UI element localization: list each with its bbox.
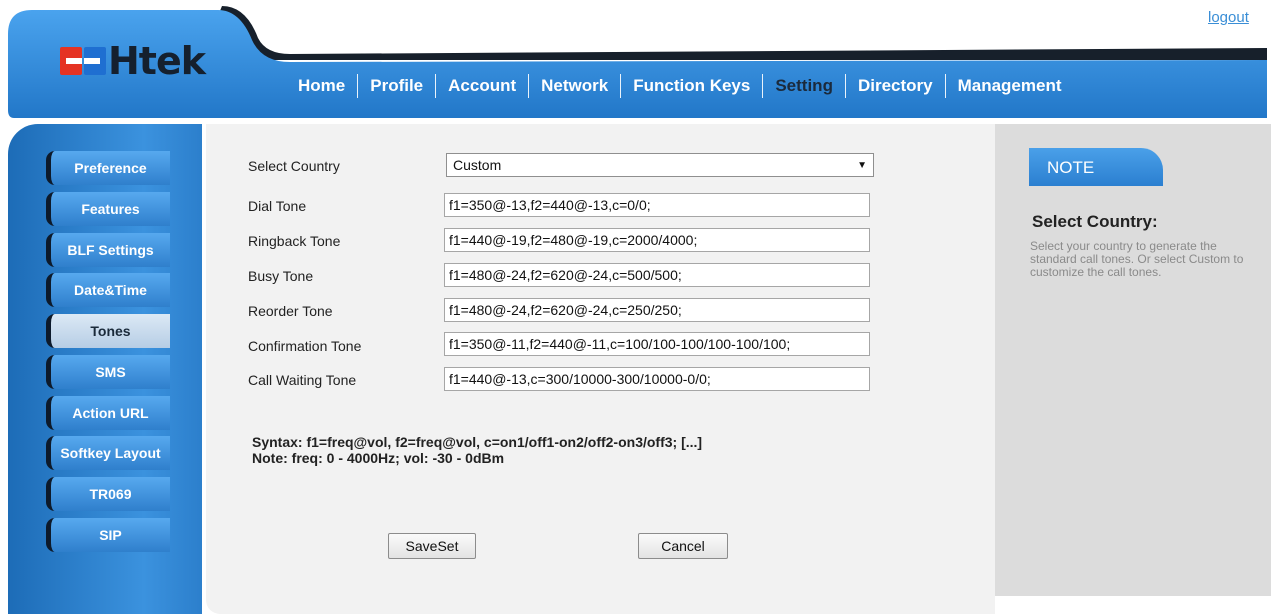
nav-directory[interactable]: Directory [846,76,945,96]
top-nav: Home Profile Account Network Function Ke… [286,72,1074,100]
sidebar-item-blf-settings[interactable]: BLF Settings [46,233,170,267]
note-panel [995,124,1271,596]
sidebar-item-date-time[interactable]: Date&Time [46,273,170,307]
sidebar-item-preference[interactable]: Preference [46,151,170,185]
nav-account[interactable]: Account [436,76,528,96]
country-select[interactable]: Custom ▼ [446,153,874,177]
nav-management[interactable]: Management [946,76,1074,96]
nav-divider [762,74,764,98]
logo-mark-icon [60,44,108,78]
nav-divider [357,74,359,98]
ringback-tone-input[interactable]: f1=440@-19,f2=480@-19,c=2000/4000; [444,228,870,252]
dropdown-arrow-icon: ▼ [857,160,867,171]
call-waiting-tone-label: Call Waiting Tone [248,372,357,388]
nav-home[interactable]: Home [286,76,357,96]
syntax-line: Syntax: f1=freq@vol, f2=freq@vol, c=on1/… [252,434,703,450]
saveset-button[interactable]: SaveSet [388,533,476,559]
sidebar-item-tr069[interactable]: TR069 [46,477,170,511]
busy-tone-input[interactable]: f1=480@-24,f2=620@-24,c=500/500; [444,263,870,287]
dial-tone-input[interactable]: f1=350@-13,f2=440@-13,c=0/0; [444,193,870,217]
syntax-help: Syntax: f1=freq@vol, f2=freq@vol, c=on1/… [252,434,702,466]
sidebar-item-features[interactable]: Features [46,192,170,226]
sidebar-item-sip[interactable]: SIP [46,518,170,552]
nav-divider [844,74,846,98]
sidebar-item-softkey-layout[interactable]: Softkey Layout [46,436,170,470]
busy-tone-label: Busy Tone [248,268,314,284]
reorder-tone-label: Reorder Tone [248,303,333,319]
country-select-value: Custom [453,157,502,173]
note-description: Select your country to generate the stan… [1030,239,1244,279]
confirmation-tone-input[interactable]: f1=350@-11,f2=440@-11,c=100/100-100/100-… [444,332,870,356]
sidebar-item-tones[interactable]: Tones [46,314,170,348]
sidebar-item-action-url[interactable]: Action URL [46,396,170,430]
logo-text: Htek [108,39,206,83]
confirmation-tone-label: Confirmation Tone [248,338,362,354]
cancel-button[interactable]: Cancel [638,533,728,559]
nav-network[interactable]: Network [529,76,620,96]
nav-setting[interactable]: Setting [763,76,845,96]
nav-function-keys[interactable]: Function Keys [621,76,762,96]
call-waiting-tone-input[interactable]: f1=440@-13,c=300/10000-300/10000-0/0; [444,367,870,391]
note-title: Select Country: [1032,212,1158,231]
nav-profile[interactable]: Profile [358,76,435,96]
dial-tone-label: Dial Tone [248,198,307,214]
nav-divider [435,74,437,98]
reorder-tone-input[interactable]: f1=480@-24,f2=620@-24,c=250/250; [444,298,870,322]
note-tab: NOTE [1029,148,1163,186]
htek-logo: Htek [60,39,206,83]
nav-divider [528,74,530,98]
syntax-note-line: Note: freq: 0 - 4000Hz; vol: -30 - 0dBm [252,450,505,466]
nav-divider [944,74,946,98]
select-country-label: Select Country [248,158,340,174]
sidebar-item-sms[interactable]: SMS [46,355,170,389]
ringback-tone-label: Ringback Tone [248,233,341,249]
nav-divider [620,74,622,98]
logout-link[interactable]: logout [1208,9,1249,26]
